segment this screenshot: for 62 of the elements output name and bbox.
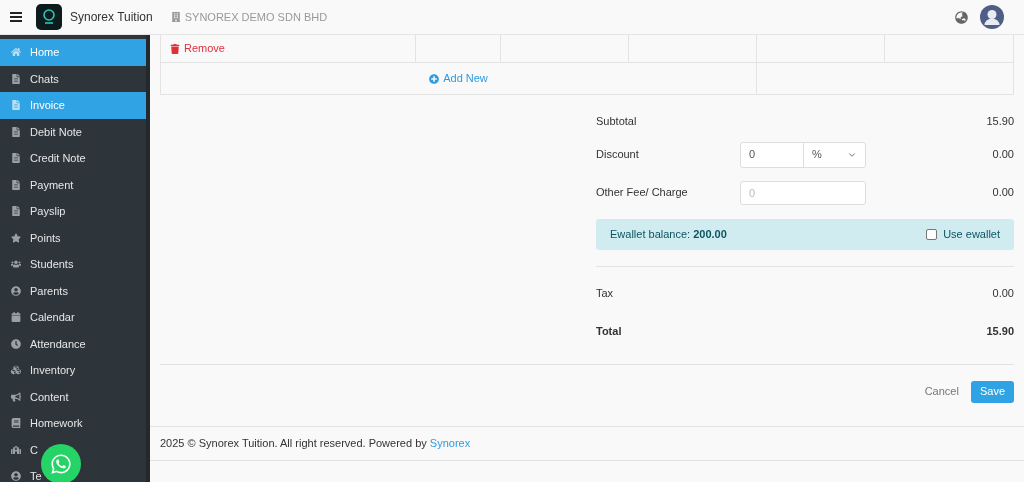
sidebar-item[interactable]: C <box>0 436 146 463</box>
discount-field[interactable]: 0 % <box>740 141 866 168</box>
plus-icon <box>429 73 440 84</box>
sidebar-item[interactable]: Calendar <box>0 304 146 331</box>
home-icon <box>11 47 21 58</box>
sidebar-item[interactable]: Students <box>0 251 146 278</box>
whatsapp-button[interactable] <box>41 444 81 482</box>
summary-value: 0.00 <box>992 146 1014 162</box>
sidebar-item[interactable]: Te <box>0 463 146 482</box>
cancel-button[interactable]: Cancel <box>922 383 961 400</box>
sidebar-item[interactable]: Debit Note <box>0 118 146 145</box>
document-icon <box>11 100 21 111</box>
sidebar-item[interactable]: Payment <box>0 171 146 198</box>
building-icon <box>170 12 181 22</box>
sidebar-item[interactable]: Inventory <box>0 357 146 384</box>
logo-icon <box>36 4 62 30</box>
calendar-icon <box>11 312 21 323</box>
document-icon <box>11 153 21 164</box>
use-ewallet-label: Use ewallet <box>943 226 1000 242</box>
boxes-icon <box>11 365 21 376</box>
book-icon <box>11 418 21 429</box>
document-icon <box>11 206 21 217</box>
summary-value: 0.00 <box>992 184 1014 200</box>
summary-label: Other Fee/ Charge <box>596 184 689 200</box>
users-icon <box>11 259 21 270</box>
unit-dropdown[interactable]: % <box>804 142 865 167</box>
sidebar-item[interactable]: Credit Note <box>0 145 146 172</box>
sidebar-item[interactable]: Content <box>0 383 146 410</box>
document-icon <box>11 179 21 190</box>
brand-name: Synorex Tuition <box>70 9 153 26</box>
sidebar-item[interactable]: Attendance <box>0 330 146 357</box>
document-icon <box>11 73 21 84</box>
summary-label: Subtotal <box>596 114 638 129</box>
sidebar-item[interactable]: Homework <box>0 410 146 437</box>
document-icon <box>11 126 21 137</box>
whatsapp-icon <box>50 453 72 475</box>
other-fee-field[interactable]: 0 <box>740 180 866 205</box>
summary-label: Total <box>596 324 623 339</box>
remove-button[interactable]: Remove <box>170 40 225 57</box>
summary-value: 0.00 <box>992 285 1014 301</box>
user-icon <box>11 285 21 296</box>
summary-value: 15.90 <box>986 114 1014 129</box>
sidebar-item[interactable]: Parents <box>0 277 146 304</box>
sidebar-item[interactable]: Chats <box>0 65 146 92</box>
building-icon <box>11 444 21 455</box>
megaphone-icon <box>11 391 21 402</box>
company-name: SYNOREX DEMO SDN BHD <box>184 9 328 25</box>
star-icon <box>11 232 21 243</box>
footer-text: 2025 © Synorex Tuition. All right reserved. Powered by Synorex <box>160 436 471 452</box>
ewallet-checkbox[interactable] <box>926 228 938 240</box>
sidebar-item[interactable]: Payslip <box>0 198 146 225</box>
avatar-icon[interactable] <box>980 5 1004 29</box>
summary-label: Discount <box>596 146 640 162</box>
summary-value: 15.90 <box>986 324 1014 339</box>
summary-label: Tax <box>596 285 615 301</box>
sidebar-item[interactable]: Points <box>0 224 146 251</box>
globe-icon[interactable] <box>955 10 968 24</box>
ewallet-balance: Ewallet balance: 200.00 <box>610 226 727 242</box>
user-icon <box>11 471 21 482</box>
clock-icon <box>11 338 21 349</box>
trash-icon <box>170 43 180 54</box>
menu-icon[interactable] <box>10 12 22 22</box>
